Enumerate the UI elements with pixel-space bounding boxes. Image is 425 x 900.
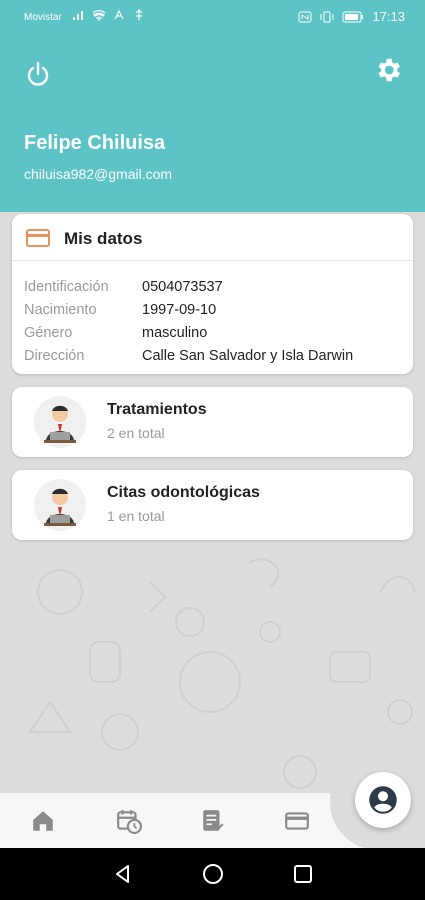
home-circle-icon[interactable] <box>201 862 225 886</box>
data-value: 1997-09-10 <box>142 301 217 318</box>
card-icon <box>26 229 50 247</box>
citas-card[interactable]: Citas odontológicas 1 en total <box>12 470 413 540</box>
data-label: Género <box>24 324 73 341</box>
tratamientos-title: Tratamientos <box>107 401 207 418</box>
carrier-label: Movistar <box>24 12 62 23</box>
mis-datos-header: Mis datos <box>12 214 413 261</box>
recent-apps-icon[interactable] <box>291 862 315 886</box>
data-label: Identificación <box>24 278 109 295</box>
data-value: masculino <box>142 324 208 341</box>
mis-datos-title: Mis datos <box>64 229 143 248</box>
citas-title: Citas odontológicas <box>107 484 260 501</box>
power-icon[interactable] <box>24 60 52 88</box>
calendar-clock-icon[interactable] <box>116 808 142 834</box>
data-row-nacimiento: Nacimiento 1997-09-10 <box>24 298 353 321</box>
usb-icon <box>135 9 143 20</box>
data-row-genero: Género masculino <box>24 321 353 344</box>
tratamientos-count: 2 en total <box>107 425 165 441</box>
signal-icon <box>73 11 83 20</box>
gear-icon[interactable] <box>373 55 403 85</box>
wifi-icon <box>92 10 106 21</box>
data-value: Calle San Salvador y Isla Darwin <box>142 347 354 364</box>
data-label: Dirección <box>24 347 85 364</box>
citas-count: 1 en total <box>107 508 165 524</box>
personal-data-list: Identificación 0504073537 Nacimiento 199… <box>24 275 353 367</box>
status-bar: Movistar 17:13 <box>0 0 425 36</box>
data-row-direccion: Dirección Calle San Salvador y Isla Darw… <box>24 344 353 367</box>
data-value: 0504073537 <box>142 278 223 295</box>
checklist-icon[interactable] <box>200 808 226 834</box>
vibrate-icon <box>320 11 334 22</box>
home-icon[interactable] <box>30 808 56 834</box>
user-name: Felipe Chiluisa <box>24 132 166 154</box>
clock: 17:13 <box>372 9 405 24</box>
doctor-avatar-icon <box>34 396 86 448</box>
battery-icon <box>342 11 364 22</box>
data-row-identificacion: Identificación 0504073537 <box>24 275 353 298</box>
account-fab-button[interactable] <box>355 772 411 828</box>
doctor-avatar-icon <box>34 479 86 531</box>
credit-card-icon[interactable] <box>284 808 310 834</box>
tratamientos-card[interactable]: Tratamientos 2 en total <box>12 387 413 457</box>
mis-datos-card: Mis datos Identificación 0504073537 Naci… <box>12 214 413 374</box>
back-icon[interactable] <box>111 862 135 886</box>
user-email: chiluisa982@gmail.com <box>24 166 173 182</box>
account-circle-icon <box>369 786 397 814</box>
nfc-icon <box>114 9 124 20</box>
nfc-status-icon <box>298 11 312 22</box>
system-nav-bar <box>0 848 425 900</box>
data-label: Nacimiento <box>24 301 97 318</box>
